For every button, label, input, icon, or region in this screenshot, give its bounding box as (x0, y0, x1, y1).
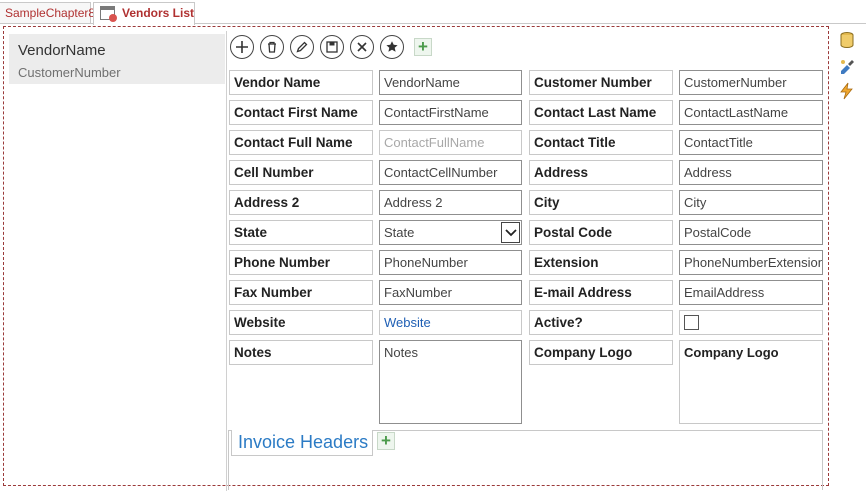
website-field[interactable]: Website (379, 310, 522, 335)
contact-last-name-label: Contact Last Name (529, 100, 673, 125)
notes-label: Notes (229, 340, 373, 365)
contact-last-name-field[interactable]: ContactLastName (679, 100, 823, 125)
fax-number-label: Fax Number (229, 280, 373, 305)
star-icon (386, 41, 398, 52)
city-label: City (529, 190, 673, 215)
customer-number-label: Customer Number (529, 70, 673, 95)
tab-vendors-list-label: Vendors List (122, 6, 195, 20)
chevron-down-icon[interactable] (501, 222, 520, 243)
postal-code-field[interactable]: PostalCode (679, 220, 823, 245)
tab-samplechapter8[interactable]: SampleChapter8 (0, 2, 95, 24)
trash-icon (268, 41, 276, 53)
invoice-headers-tab[interactable]: Invoice Headers (231, 430, 373, 456)
fax-number-field[interactable]: FaxNumber (379, 280, 522, 305)
extension-field[interactable]: PhoneNumberExtension (679, 250, 823, 275)
list-item-subtitle: CustomerNumber (18, 65, 121, 80)
company-logo-image-field[interactable]: Company Logo (679, 340, 823, 424)
contact-title-label: Contact Title (529, 130, 673, 155)
address-2-field[interactable]: Address 2 (379, 190, 522, 215)
extension-label: Extension (529, 250, 673, 275)
contact-title-field[interactable]: ContactTitle (679, 130, 823, 155)
list-item-title: VendorName (18, 42, 106, 59)
state-dropdown[interactable]: State (379, 220, 522, 245)
lightning-icon[interactable] (838, 81, 856, 101)
phone-number-label: Phone Number (229, 250, 373, 275)
save-action-button[interactable] (320, 35, 344, 59)
postal-code-label: Postal Code (529, 220, 673, 245)
address-field[interactable]: Address (679, 160, 823, 185)
contact-first-name-label: Contact First Name (229, 100, 373, 125)
edit-action-button[interactable] (290, 35, 314, 59)
record-list-pane: VendorName CustomerNumber (9, 31, 227, 491)
add-action-button[interactable] (230, 35, 254, 59)
cell-number-field[interactable]: ContactCellNumber (379, 160, 522, 185)
cancel-action-button[interactable] (350, 35, 374, 59)
cell-number-label: Cell Number (229, 160, 373, 185)
add-related-button[interactable]: + (377, 432, 395, 450)
plus-icon (236, 41, 248, 53)
notes-textarea[interactable]: Notes (379, 340, 522, 424)
form-icon (100, 6, 117, 22)
contact-first-name-field[interactable]: ContactFirstName (379, 100, 522, 125)
active-field-cell (679, 310, 823, 335)
customer-number-field[interactable]: CustomerNumber (679, 70, 823, 95)
company-logo-label: Company Logo (529, 340, 673, 365)
website-label: Website (229, 310, 373, 335)
tab-vendors-list[interactable]: Vendors List (93, 2, 195, 25)
state-label: State (229, 220, 373, 245)
delete-action-button[interactable] (260, 35, 284, 59)
pencil-icon (296, 41, 308, 53)
database-icon[interactable] (838, 30, 856, 50)
address-2-label: Address 2 (229, 190, 373, 215)
active-label: Active? (529, 310, 673, 335)
format-brush-icon[interactable] (838, 56, 856, 76)
save-icon (326, 41, 338, 53)
active-checkbox[interactable] (684, 315, 699, 330)
state-dropdown-value: State (384, 225, 415, 240)
email-address-field[interactable]: EmailAddress (679, 280, 823, 305)
city-field[interactable]: City (679, 190, 823, 215)
list-item[interactable]: VendorName CustomerNumber (9, 34, 225, 84)
email-address-label: E-mail Address (529, 280, 673, 305)
vendor-name-field[interactable]: VendorName (379, 70, 522, 95)
close-icon (357, 42, 367, 52)
vendor-name-label: Vendor Name (229, 70, 373, 95)
contact-full-name-label: Contact Full Name (229, 130, 373, 155)
document-tab-bar: SampleChapter8 Vendors List (0, 0, 866, 25)
add-custom-action-button[interactable]: + (414, 38, 432, 56)
contact-full-name-field: ContactFullName (379, 130, 522, 155)
address-label: Address (529, 160, 673, 185)
custom-action-button[interactable] (380, 35, 404, 59)
phone-number-field[interactable]: PhoneNumber (379, 250, 522, 275)
